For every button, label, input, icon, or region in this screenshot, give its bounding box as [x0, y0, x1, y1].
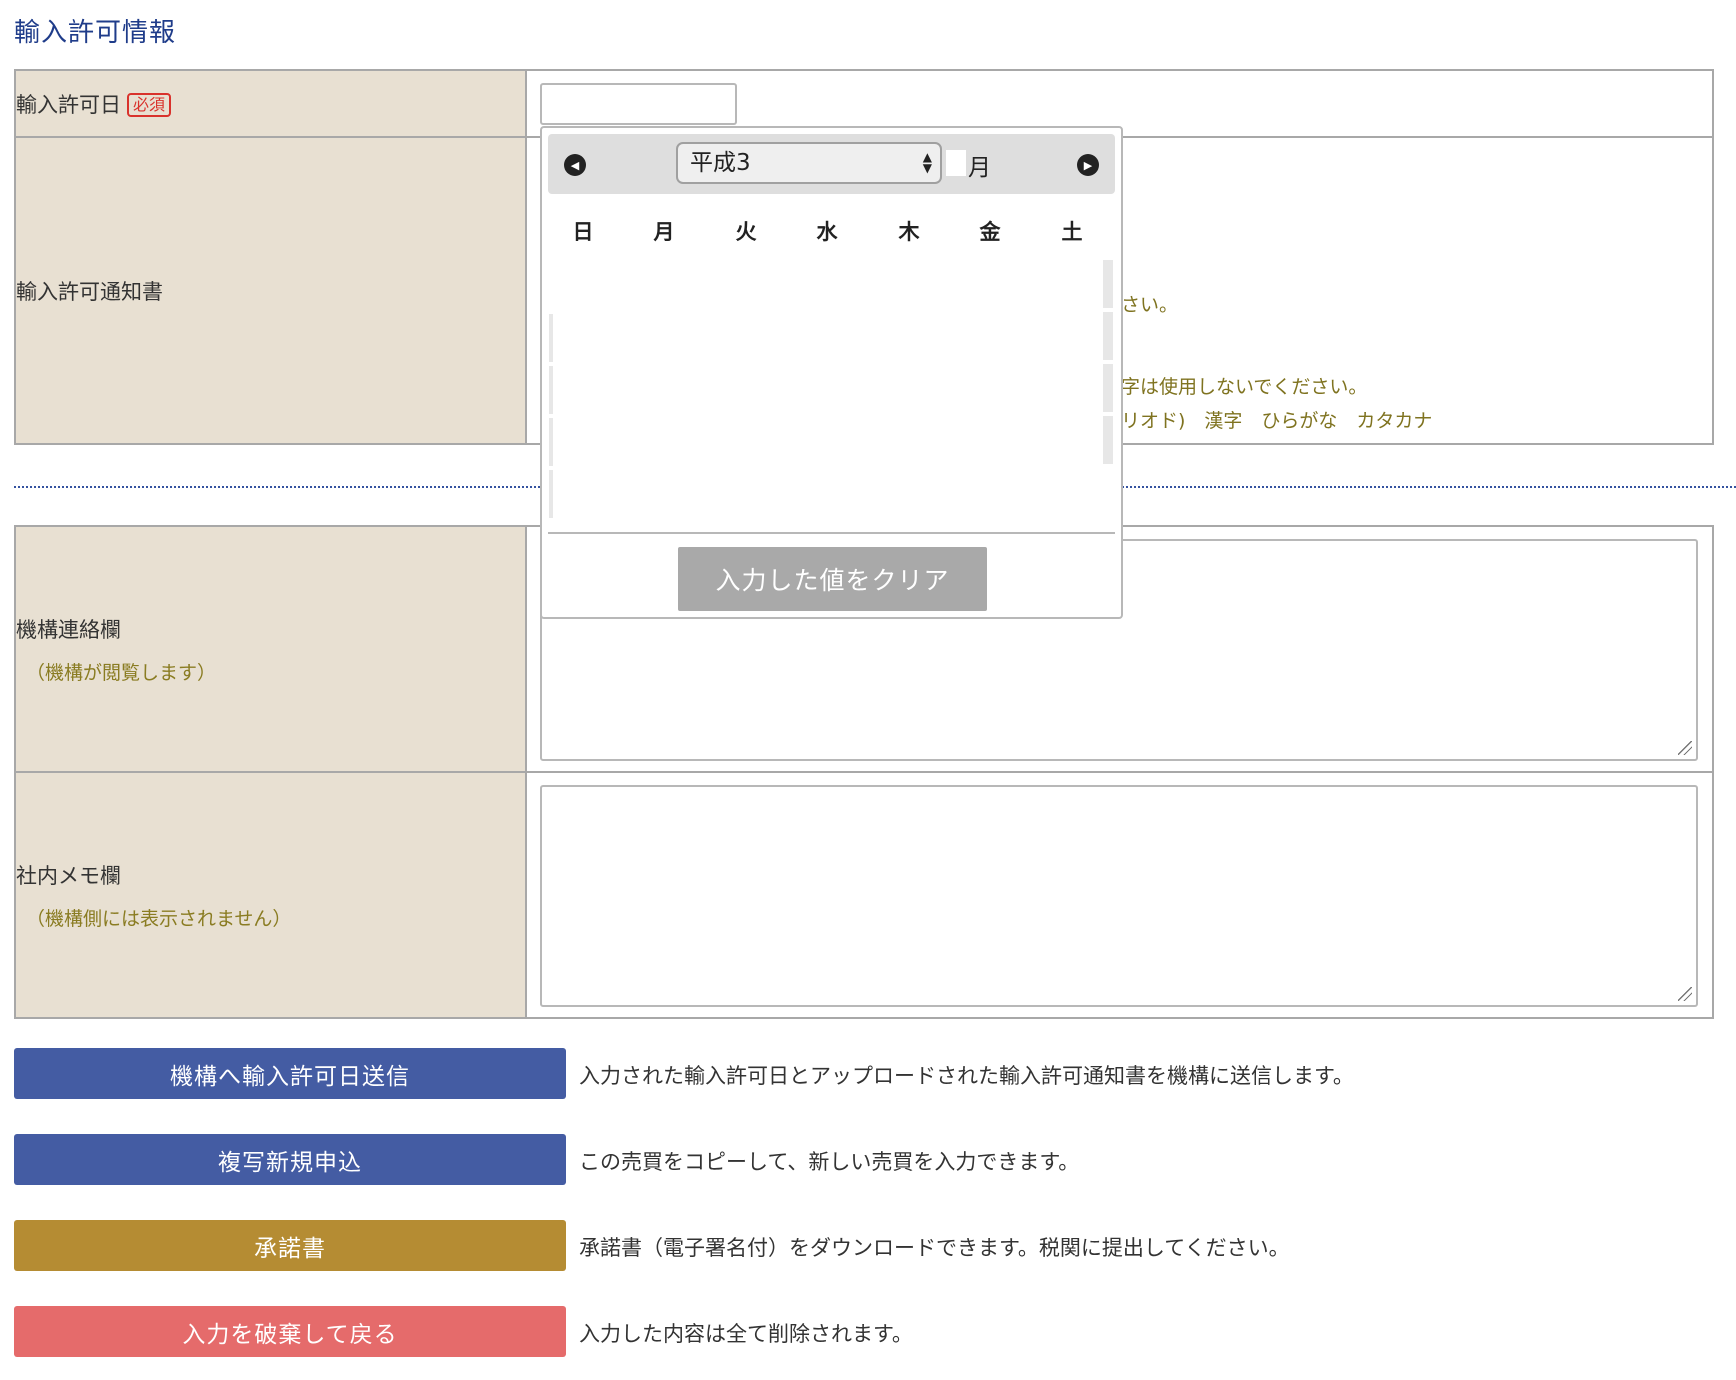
permit-date-label-cell: 輸入許可日 必須	[14, 69, 527, 138]
day-cell	[549, 418, 553, 466]
internal-memo-textarea[interactable]	[540, 785, 1698, 1007]
day-cell	[1103, 364, 1113, 412]
prev-month-icon[interactable]: ◀	[564, 154, 586, 176]
weekday-wed: 水	[816, 220, 838, 244]
internal-memo-sub: （機構側には表示されません）	[26, 907, 292, 930]
next-month-icon[interactable]: ▶	[1077, 154, 1099, 176]
notice-hint-3: リオド) 漢字 ひらがな カタカナ	[1121, 410, 1433, 432]
clear-value-button[interactable]: 入力した値をクリア	[678, 547, 987, 611]
consent-form-button[interactable]: 承諾書	[14, 1220, 566, 1271]
month-select[interactable]	[946, 150, 966, 176]
send-permit-date-desc: 入力された輸入許可日とアップロードされた輸入許可通知書を機構に送信します。	[579, 1064, 1354, 1088]
section-title: 輸入許可情報	[14, 18, 177, 48]
day-cell	[549, 366, 553, 414]
consent-form-desc: 承諾書（電子署名付）をダウンロードできます。税関に提出してください。	[579, 1236, 1290, 1260]
required-badge: 必須	[127, 92, 172, 117]
weekday-thu: 木	[898, 220, 920, 244]
internal-memo-label: 社内メモ欄	[16, 863, 121, 888]
weekday-mon: 月	[653, 220, 675, 244]
weekday-fri: 金	[979, 220, 1001, 244]
notice-hint-2: 字は使用しないでください。	[1121, 376, 1368, 398]
era-year-value: 平成3	[690, 150, 751, 176]
month-label: 月	[968, 155, 991, 181]
copy-new-application-button[interactable]: 複写新規申込	[14, 1134, 566, 1185]
permit-date-input[interactable]	[540, 83, 737, 125]
send-permit-date-button[interactable]: 機構へ輸入許可日送信	[14, 1048, 566, 1099]
agency-contact-label-cell: 機構連絡欄 （機構が閲覧します）	[14, 525, 527, 773]
day-cell	[1103, 416, 1113, 464]
weekday-tue: 火	[735, 220, 757, 244]
datepicker-divider	[548, 532, 1115, 534]
datepicker-popup: ◀ 平成3 ▲ ▼ 月 ▶ 日 月 火 水 木 金 土 入力した値をクリア	[540, 126, 1123, 619]
internal-memo-value-cell	[525, 771, 1714, 1019]
day-cell	[1103, 260, 1113, 308]
datepicker-header: ◀ 平成3 ▲ ▼ 月 ▶	[548, 134, 1115, 194]
weekday-sun: 日	[572, 220, 594, 244]
resize-grip-icon[interactable]	[1678, 741, 1692, 755]
day-cell	[1103, 312, 1113, 360]
permit-notice-label-cell: 輸入許可通知書	[14, 136, 527, 445]
day-cell	[549, 470, 553, 518]
notice-hint-1: さい。	[1121, 294, 1179, 316]
discard-and-back-desc: 入力した内容は全て削除されます。	[579, 1322, 913, 1346]
internal-memo-label-cell: 社内メモ欄 （機構側には表示されません）	[14, 771, 527, 1019]
copy-new-application-desc: この売買をコピーして、新しい売買を入力できます。	[579, 1150, 1080, 1174]
permit-date-label: 輸入許可日	[16, 92, 121, 117]
weekday-sat: 土	[1061, 220, 1083, 244]
agency-contact-sub: （機構が閲覧します）	[26, 661, 217, 684]
day-cell	[549, 314, 553, 362]
permit-notice-label: 輸入許可通知書	[16, 279, 163, 304]
era-year-select[interactable]: 平成3 ▲ ▼	[676, 142, 942, 184]
select-arrows-icon: ▲ ▼	[922, 150, 932, 175]
discard-and-back-button[interactable]: 入力を破棄して戻る	[14, 1306, 566, 1357]
resize-grip-icon[interactable]	[1678, 987, 1692, 1001]
agency-contact-label: 機構連絡欄	[16, 617, 121, 642]
